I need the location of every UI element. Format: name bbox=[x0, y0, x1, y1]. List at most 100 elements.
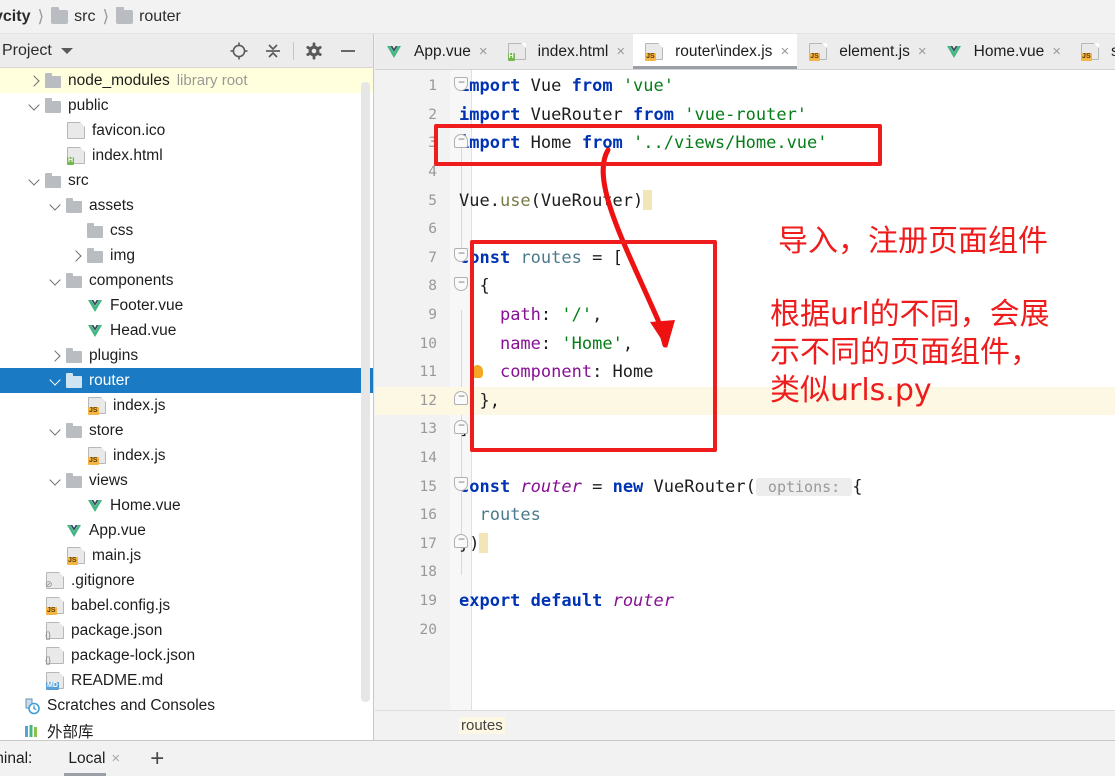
close-icon[interactable]: × bbox=[1052, 43, 1061, 60]
tree-item-router[interactable]: router bbox=[0, 368, 373, 393]
tree-item-app.vue[interactable]: App.vue bbox=[0, 518, 373, 543]
close-icon[interactable]: × bbox=[616, 43, 625, 60]
code-line[interactable]: 18 bbox=[375, 558, 1115, 587]
tree-item-plugins[interactable]: plugins bbox=[0, 343, 373, 368]
project-tree[interactable]: node_modules library root public favicon.ic… bbox=[0, 68, 374, 740]
code-line[interactable]: 13] bbox=[375, 415, 1115, 444]
code-line[interactable]: 19 export default router bbox=[375, 587, 1115, 616]
code-line[interactable]: 16 routes bbox=[375, 501, 1115, 530]
tree-item-.gitignore[interactable]: ⊘ .gitignore bbox=[0, 568, 373, 593]
tree-item-footer.vue[interactable]: Footer.vue bbox=[0, 293, 373, 318]
chevron-down-icon[interactable] bbox=[48, 473, 64, 489]
fold-marker[interactable] bbox=[453, 532, 469, 549]
terminal-label[interactable]: minal: bbox=[0, 750, 32, 768]
fold-marker[interactable] bbox=[453, 389, 469, 406]
chevron-down-icon[interactable] bbox=[48, 373, 64, 389]
breadcrumb-item-router-label: router bbox=[139, 7, 181, 25]
gear-icon[interactable] bbox=[297, 38, 331, 64]
tree-item-readme.md[interactable]: MD README.md bbox=[0, 668, 373, 693]
tree-item-node-modules[interactable]: node_modules library root bbox=[0, 68, 373, 93]
add-terminal-button[interactable]: + bbox=[150, 746, 164, 771]
code-line[interactable]: 4 bbox=[375, 158, 1115, 187]
tree-item-store[interactable]: store bbox=[0, 418, 373, 443]
tab-home.vue[interactable]: Home.vue × bbox=[935, 34, 1069, 69]
tree-item-css[interactable]: css bbox=[0, 218, 373, 243]
tab-router-index.js[interactable]: JS router\index.js × bbox=[633, 34, 798, 69]
breadcrumb-item-src[interactable]: src bbox=[51, 6, 95, 26]
tree-item-public[interactable]: public bbox=[0, 93, 373, 118]
annotation-line-2: 根据url的不同，会展 bbox=[770, 297, 1050, 332]
code-line[interactable]: 20 bbox=[375, 615, 1115, 644]
chevron-down-icon[interactable] bbox=[60, 47, 73, 54]
tab-st[interactable]: JSst× bbox=[1069, 34, 1115, 69]
tree-item----[interactable]: 外部库 bbox=[0, 718, 373, 740]
tab-index.html[interactable]: Hindex.html × bbox=[496, 34, 633, 69]
chevron-right-icon[interactable] bbox=[48, 348, 64, 364]
code-line[interactable]: 3 import Home from '../views/Home.vue' bbox=[375, 129, 1115, 158]
project-panel-title[interactable]: Project bbox=[2, 42, 52, 60]
tree-item-home.vue[interactable]: Home.vue bbox=[0, 493, 373, 518]
tree-item-assets[interactable]: assets bbox=[0, 193, 373, 218]
fold-marker[interactable] bbox=[453, 75, 469, 92]
minimize-icon[interactable] bbox=[331, 38, 365, 64]
tree-item-components[interactable]: components bbox=[0, 268, 373, 293]
tree-item-label: components bbox=[89, 271, 174, 289]
fold-marker[interactable] bbox=[453, 275, 469, 292]
editor-tabbar[interactable]: App.vue × Hindex.html × JS router\index.js × JS… bbox=[375, 34, 1115, 70]
status-breadcrumb[interactable]: routes bbox=[459, 717, 505, 734]
close-icon[interactable]: × bbox=[111, 750, 120, 767]
fold-marker[interactable] bbox=[453, 246, 469, 263]
code-line[interactable]: 12 }, bbox=[375, 386, 1115, 416]
line-number: 18 bbox=[419, 564, 437, 581]
intention-bulb-icon[interactable] bbox=[472, 365, 483, 378]
locate-icon[interactable] bbox=[222, 38, 256, 64]
fold-marker[interactable] bbox=[453, 132, 469, 149]
tree-item-index.html[interactable]: Hindex.html bbox=[0, 143, 373, 168]
tree-item-index.js[interactable]: JS index.js bbox=[0, 443, 373, 468]
tab-app.vue[interactable]: App.vue × bbox=[375, 34, 496, 69]
chevron-down-icon[interactable] bbox=[27, 173, 43, 189]
tree-item-babel.config.js[interactable]: JS babel.config.js bbox=[0, 593, 373, 618]
code-line[interactable]: 1 import Vue from 'vue' bbox=[375, 72, 1115, 101]
folder-icon bbox=[44, 172, 62, 190]
code-line[interactable]: 5 Vue.use(VueRouter) bbox=[375, 186, 1115, 215]
chevron-down-icon[interactable] bbox=[48, 423, 64, 439]
collapse-all-icon[interactable] bbox=[256, 38, 290, 64]
tree-item-head.vue[interactable]: Head.vue bbox=[0, 318, 373, 343]
chevron-down-icon[interactable] bbox=[48, 273, 64, 289]
tree-item-src[interactable]: src bbox=[0, 168, 373, 193]
code-lines[interactable]: 1 import Vue from 'vue' 2 import VueRouter … bbox=[375, 70, 1115, 710]
fold-marker[interactable] bbox=[453, 418, 469, 435]
tree-item-main.js[interactable]: JS main.js bbox=[0, 543, 373, 568]
chevron-right-icon[interactable] bbox=[27, 73, 43, 89]
chevron-right-icon[interactable] bbox=[69, 248, 85, 264]
chevron-down-icon[interactable] bbox=[48, 198, 64, 214]
tree-item-package-lock.json[interactable]: {} package-lock.json bbox=[0, 643, 373, 668]
annotation-line-3: 示不同的页面组件， bbox=[770, 335, 1040, 370]
code-line[interactable]: 14 bbox=[375, 444, 1115, 473]
terminal-tab-local[interactable]: Local × bbox=[64, 741, 124, 776]
tree-item-index.js[interactable]: JS index.js bbox=[0, 393, 373, 418]
code-line[interactable]: 2 import VueRouter from 'vue-router' bbox=[375, 101, 1115, 130]
breadcrumb-root[interactable]: ycity bbox=[0, 8, 30, 26]
tree-item-img[interactable]: img bbox=[0, 243, 373, 268]
fold-marker[interactable] bbox=[453, 475, 469, 492]
tree-item-views[interactable]: views bbox=[0, 468, 373, 493]
close-icon[interactable]: × bbox=[780, 43, 789, 60]
code-line[interactable]: 15 const router = new VueRouter( options:… bbox=[375, 472, 1115, 501]
line-number: 6 bbox=[428, 221, 437, 238]
tree-item-favicon.ico[interactable]: favicon.ico bbox=[0, 118, 373, 143]
code-editor[interactable]: 1 import Vue from 'vue' 2 import VueRouter … bbox=[375, 70, 1115, 710]
tree-item-scratches-and-consoles[interactable]: Scratches and Consoles bbox=[0, 693, 373, 718]
tree-item-package.json[interactable]: {} package.json bbox=[0, 618, 373, 643]
close-icon[interactable]: × bbox=[918, 43, 927, 60]
chevron-down-icon[interactable] bbox=[27, 98, 43, 114]
line-number: 20 bbox=[419, 621, 437, 638]
close-icon[interactable]: × bbox=[479, 43, 488, 60]
code-line[interactable]: 17}) bbox=[375, 530, 1115, 559]
project-tree-scrollbar[interactable] bbox=[361, 82, 370, 702]
breadcrumb-item-router[interactable]: router bbox=[116, 6, 181, 26]
tab-element.js[interactable]: JS element.js × bbox=[797, 34, 934, 69]
